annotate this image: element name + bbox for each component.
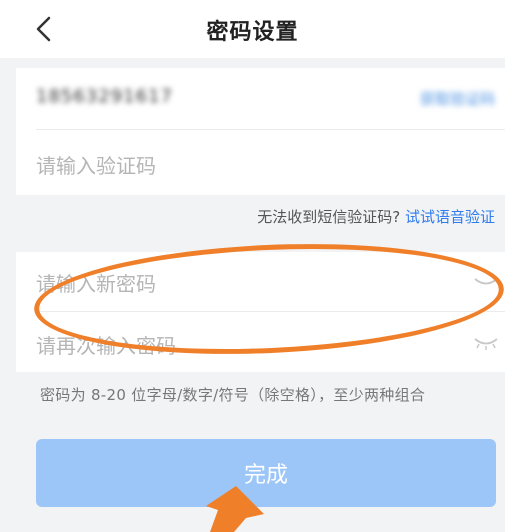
confirm-password-input[interactable]: 请再次输入密码 (36, 330, 176, 359)
eye-closed-icon[interactable] (473, 276, 499, 290)
get-code-button[interactable]: 获取验证码 (420, 88, 495, 109)
done-button[interactable]: 完成 (36, 439, 496, 507)
help-line: 无法收到短信验证码? 试试语音验证 (257, 206, 495, 227)
new-password-input[interactable]: 请输入新密码 (36, 268, 156, 297)
help-text: 无法收到短信验证码? (257, 208, 401, 226)
code-input[interactable]: 请输入验证码 (36, 150, 156, 179)
code-row[interactable]: 请输入验证码 (16, 130, 505, 195)
password-rule-text: 密码为 8-20 位字母/数字/符号（除空格），至少两种组合 (40, 386, 426, 404)
phone-number: 18563291617 (36, 86, 173, 107)
phone-row: 18563291617 获取验证码 (16, 68, 505, 130)
confirm-password-row[interactable]: 请再次输入密码 (16, 312, 505, 372)
header-bar: 密码设置 (0, 0, 505, 58)
page-title: 密码设置 (206, 20, 299, 45)
voice-verify-link[interactable]: 试试语音验证 (405, 208, 495, 226)
eye-closed-icon[interactable] (473, 336, 499, 350)
new-password-row[interactable]: 请输入新密码 (16, 252, 505, 312)
